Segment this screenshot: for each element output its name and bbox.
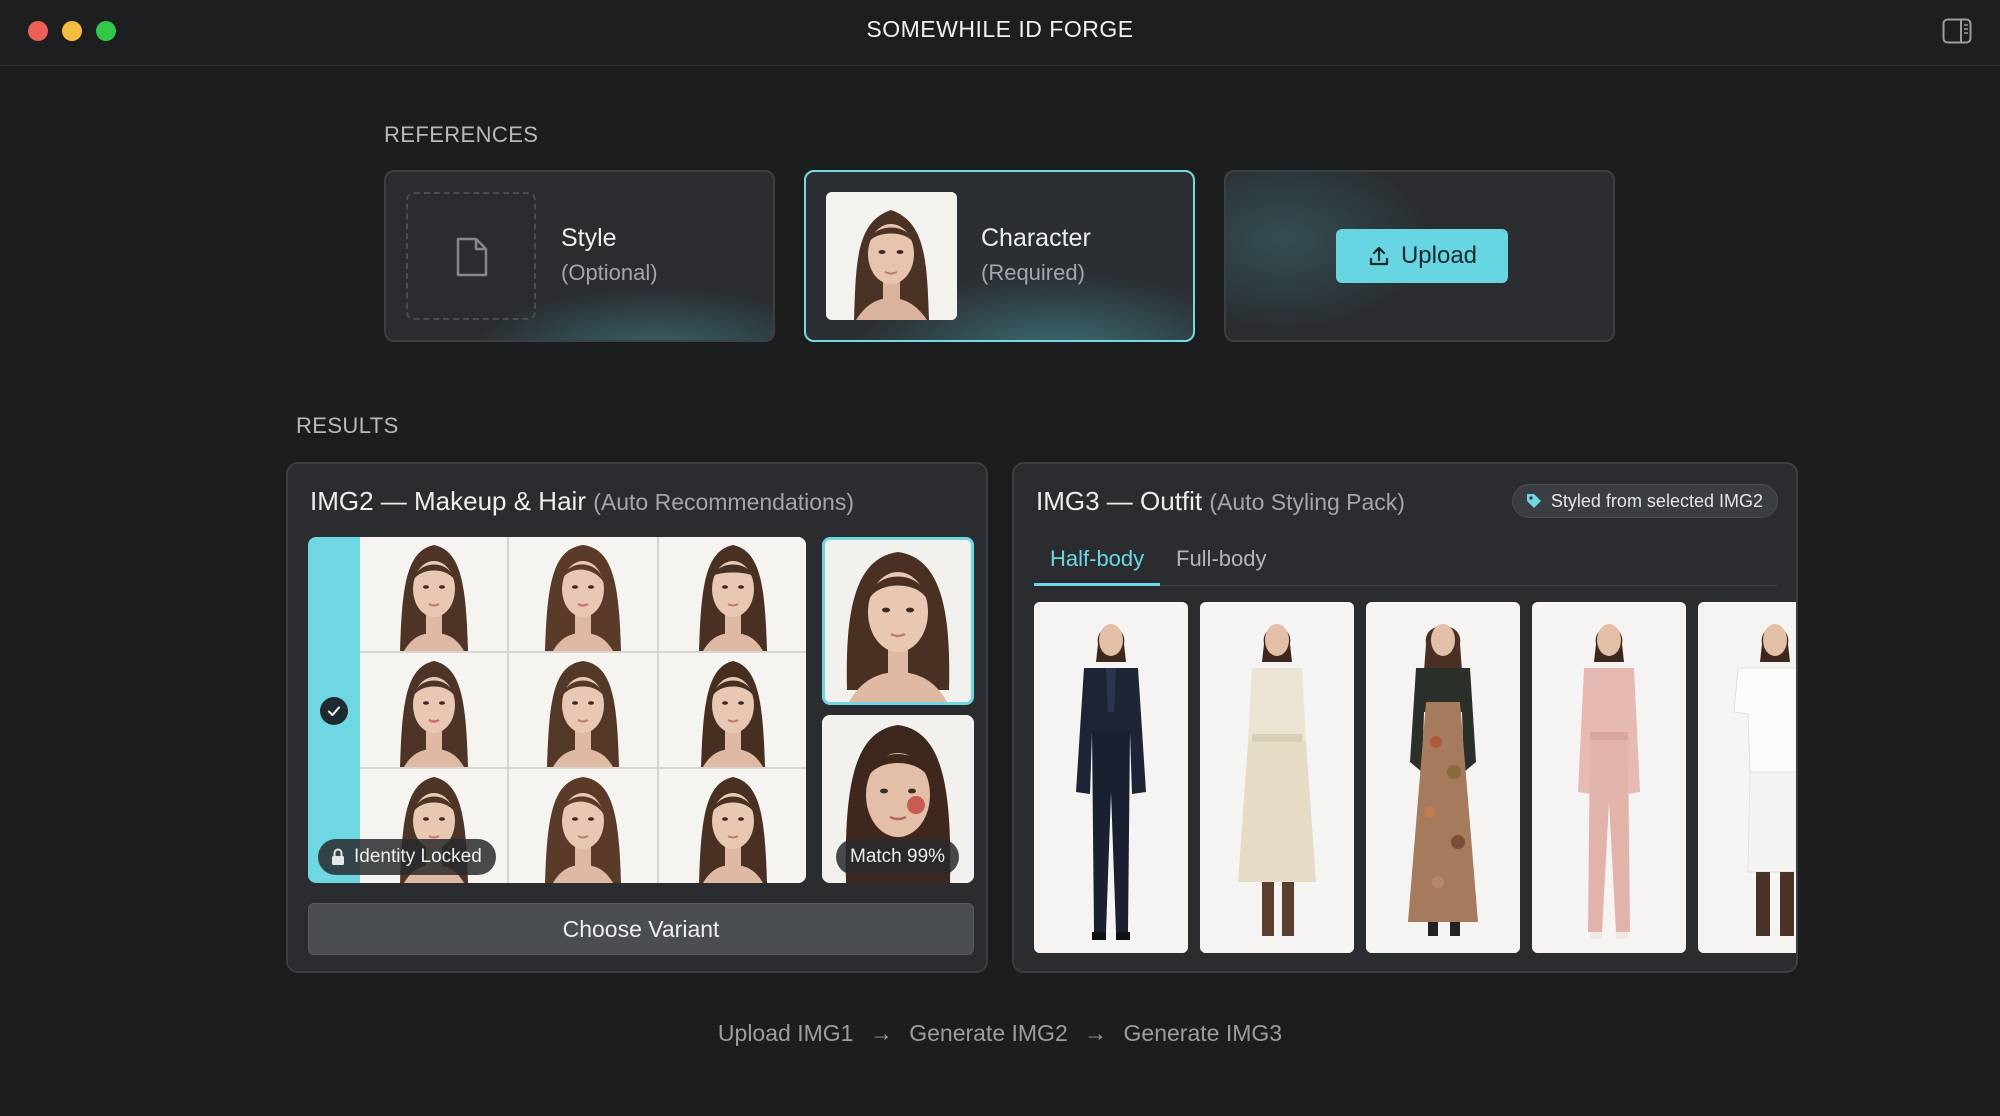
character-reference-card[interactable]: Character (Required) [804,170,1195,342]
img3-title: IMG3 — Outfit [1036,486,1203,516]
variant-thumbnail[interactable] [360,653,508,767]
app-title: SOMEWHILE ID FORGE [866,16,1134,42]
outfit-card[interactable] [1034,602,1188,953]
style-reference-card[interactable]: Style (Optional) [384,170,775,342]
tab-half-body[interactable]: Half-body [1034,546,1161,586]
style-card-subtitle: (Optional) [561,260,658,285]
character-card-subtitle: (Required) [981,260,1085,285]
lock-icon [332,848,344,865]
references-label: REFERENCES [384,122,539,147]
tag-icon [1526,494,1541,508]
img2-title: IMG2 — Makeup & Hair [310,486,586,516]
workflow-steps: Upload IMG1 → Generate IMG2 → Generate I… [0,1020,2000,1047]
title-bar: SOMEWHILE ID FORGE [0,0,2000,66]
choose-variant-button[interactable]: Choose Variant [308,903,974,955]
variant-thumbnail[interactable] [360,537,508,651]
outfit-results [1034,602,1796,953]
variant-thumbnail[interactable] [509,769,657,883]
upload-button-label: Upload [1400,242,1478,269]
identity-locked-label: Identity Locked [354,846,482,867]
outfit-card[interactable] [1200,602,1354,953]
file-icon [456,237,488,277]
workflow-arrow: → [1084,1020,1108,1046]
workflow-step-3: Generate IMG3 [1123,1020,1283,1046]
identity-locked-badge: Identity Locked [318,839,496,875]
img2-panel-title: IMG2 — Makeup & Hair (Auto Recommendatio… [310,486,854,517]
character-card-title: Character [981,224,1091,252]
variant-thumbnail[interactable] [509,537,657,651]
upload-icon [1369,246,1389,266]
tab-full-body[interactable]: Full-body [1160,546,1282,586]
variant-thumbnail[interactable] [509,653,657,767]
match-variant-preview[interactable]: Match 99% [822,715,974,883]
img2-subtitle: (Auto Recommendations) [593,489,855,515]
styled-from-chip: Styled from selected IMG2 [1511,484,1778,518]
workflow-step-2: Generate IMG2 [909,1020,1068,1046]
check-icon [320,697,348,725]
workflow-step-1: Upload IMG1 [717,1020,854,1046]
img3-subtitle: (Auto Styling Pack) [1209,489,1405,515]
character-reference-thumbnail [826,192,957,320]
makeup-variant-group[interactable]: Identity Locked [308,537,806,883]
style-card-title: Style [561,224,617,252]
outfit-card[interactable] [1698,602,1796,953]
style-dropzone[interactable] [406,192,536,320]
variant-thumbnail[interactable] [658,653,806,767]
results-label: RESULTS [296,413,399,438]
makeup-variant-grid [360,537,806,883]
img3-panel: IMG3 — Outfit (Auto Styling Pack) Styled… [1012,462,1798,973]
upload-button[interactable]: Upload [1336,229,1508,283]
img2-panel: IMG2 — Makeup & Hair (Auto Recommendatio… [286,462,988,973]
sidebar-toggle-icon[interactable] [1942,18,1972,44]
outfit-card[interactable] [1532,602,1686,953]
selected-variant-preview[interactable] [822,537,974,705]
img3-panel-title: IMG3 — Outfit (Auto Styling Pack) [1036,486,1405,517]
match-badge: Match 99% [836,839,960,875]
workflow-arrow: → [869,1020,893,1046]
styled-from-label: Styled from selected IMG2 [1550,490,1763,511]
outfit-card[interactable] [1366,602,1520,953]
upload-reference-card: Upload [1224,170,1615,342]
variant-thumbnail[interactable] [658,769,806,883]
outfit-tabs: Half-body Full-body [1034,542,1778,586]
variant-thumbnail[interactable] [658,537,806,651]
